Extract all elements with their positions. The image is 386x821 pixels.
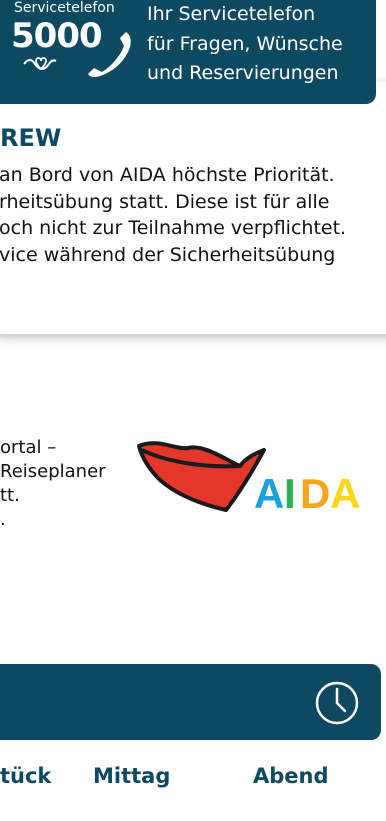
service-line: Ihr Servicetelefon [147, 3, 316, 25]
tab-dinner[interactable]: Abend [253, 764, 329, 788]
service-label: Servicetelefon [14, 0, 115, 16]
logo-letter-a: A [254, 470, 284, 514]
service-line: und Reservierungen [147, 62, 339, 84]
notice-title: REW [0, 124, 62, 152]
portal-line: . [0, 509, 6, 530]
portal-line: ortal – [0, 437, 57, 458]
tab-lunch[interactable]: Mittag [93, 764, 170, 788]
notice-line: an Bord von AIDA höchste Priorität. [0, 164, 335, 186]
logo-letter-i: I [284, 470, 296, 514]
portal-line: tt. [0, 485, 20, 506]
notice-line: vice während der Sicherheitsübung [0, 243, 336, 266]
tab-breakfast[interactable]: tück [0, 764, 51, 788]
service-line: für Fragen, Wünsche [147, 32, 343, 55]
portal-text: ortal – Reiseplaner tt. . [0, 436, 106, 532]
aida-logo: A I D A [137, 441, 360, 514]
logo-letter-d: D [300, 470, 330, 514]
logo-letter-a2: A [330, 470, 360, 514]
service-description: Ihr Servicetelefon für Fragen, Wünsche u… [147, 0, 343, 89]
notice-body: an Bord von AIDA höchste Priorität. rhei… [0, 162, 346, 268]
portal-line: Reiseplaner [0, 461, 106, 482]
heart-icon [23, 57, 57, 71]
clock-icon[interactable] [314, 680, 360, 726]
notice-line: rheitsübung statt. Diese ist für alle [0, 190, 330, 213]
phone-icon [88, 32, 131, 78]
notice-line: och nicht zur Teilnahme verpflichtet. [0, 217, 347, 239]
service-banner[interactable]: Servicetelefon 5000 Ihr Servicetelefon f… [0, 0, 376, 104]
